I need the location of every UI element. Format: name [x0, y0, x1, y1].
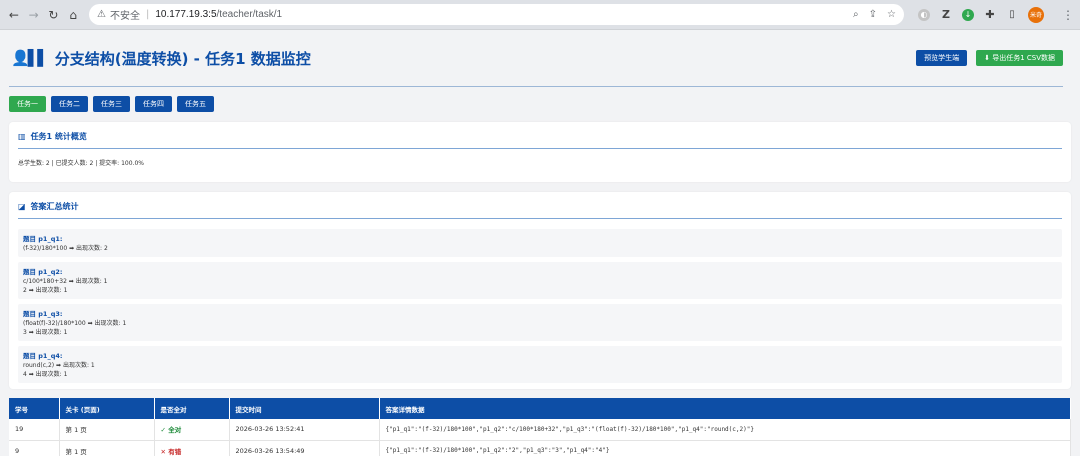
tab-task-1[interactable]: 任务一 — [9, 96, 46, 112]
extension-icon[interactable]: ◐ — [918, 8, 930, 21]
forward-icon[interactable]: → — [26, 6, 42, 24]
teacher-chart-icon: 👤▌▌ — [11, 49, 49, 67]
z-extension-icon[interactable]: Z — [940, 8, 952, 21]
page-content: 👤▌▌ 分支结构(温度转换) - 任务1 数据监控 预览学生端 ⬇ 导出任务1 … — [0, 30, 1080, 456]
answer-count-line: 4 ➡ 出现次数: 1 — [23, 371, 68, 378]
tab-task-5[interactable]: 任务五 — [177, 96, 214, 112]
answer-count-line: (float(f)-32)/180*100 ➡ 出现次数: 1 — [23, 320, 127, 327]
submission-table: 学号 关卡 (页面) 是否全对 提交时间 答案详情数据 19 第 1 页 ✓ 全… — [9, 398, 1071, 456]
column-header-all-correct: 是否全对 — [154, 398, 230, 419]
bookmark-star-icon[interactable]: ☆ — [887, 9, 896, 20]
answer-count-line: 2 ➡ 出现次数: 1 — [23, 287, 68, 294]
overview-title: ▥ 任务1 统计概览 — [18, 131, 1062, 149]
home-icon[interactable]: ⌂ — [65, 6, 81, 24]
overview-card: ▥ 任务1 统计概览 总学生数: 2 | 已提交人数: 2 | 提交率: 100… — [9, 122, 1071, 182]
share-icon[interactable]: ⇪ — [869, 9, 877, 20]
download-extension-icon[interactable]: ↓ — [962, 8, 974, 21]
trend-chart-icon: ◪ — [18, 202, 26, 211]
reload-icon[interactable]: ↻ — [46, 6, 62, 24]
column-header-answer-detail: 答案详情数据 — [379, 398, 1071, 419]
warning-icon: ⚠ — [97, 9, 106, 20]
address-bar[interactable]: ⚠ 不安全 | 10.177.19.3:5/teacher/task/1 ⌕ ⇪… — [89, 4, 904, 25]
student-id-cell: 9 — [9, 440, 60, 456]
page-title: 分支结构(温度转换) - 任务1 数据监控 — [54, 49, 311, 68]
overview-stats: 总学生数: 2 | 已提交人数: 2 | 提交率: 100.0% — [18, 160, 144, 167]
puzzle-icon[interactable]: ✚ — [984, 8, 996, 21]
browser-toolbar: ← → ↻ ⌂ ⚠ 不安全 | 10.177.19.3:5/teacher/ta… — [0, 0, 1080, 30]
question-summary: 题目 p1_q1: (f-32)/180*100 ➡ 出现次数: 2 — [18, 229, 1062, 257]
export-csv-button[interactable]: ⬇ 导出任务1 CSV数据 — [976, 50, 1063, 66]
question-summary: 题目 p1_q2: c/100*180+32 ➡ 出现次数: 1 2 ➡ 出现次… — [18, 262, 1062, 299]
question-summary: 题目 p1_q3: (float(f)-32)/180*100 ➡ 出现次数: … — [18, 304, 1062, 341]
answer-count-line: (f-32)/180*100 ➡ 出现次数: 2 — [23, 245, 108, 252]
result-cell: ✕ 有错 — [154, 440, 230, 456]
question-name: 题目 p1_q4: — [23, 352, 63, 360]
url-separator: | — [145, 9, 150, 20]
page-header: 👤▌▌ 分支结构(温度转换) - 任务1 数据监控 预览学生端 ⬇ 导出任务1 … — [9, 30, 1063, 87]
question-name: 题目 p1_q3: — [23, 310, 63, 318]
submit-time-cell: 2026-03-26 13:52:41 — [229, 419, 380, 441]
answer-count-line: round(c,2) ➡ 出现次数: 1 — [23, 362, 95, 369]
student-id-cell: 19 — [9, 419, 60, 441]
table-header-row: 学号 关卡 (页面) 是否全对 提交时间 答案详情数据 — [9, 398, 1071, 419]
task-tabs: 任务一 任务二 任务三 任务四 任务五 — [9, 96, 1071, 112]
answer-count-line: c/100*180+32 ➡ 出现次数: 1 — [23, 278, 108, 285]
question-name: 题目 p1_q2: — [23, 268, 63, 276]
column-header-submit-time: 提交时间 — [229, 398, 380, 419]
table-row: 9 第 1 页 ✕ 有错 2026-03-26 13:54:49 {"p1_q1… — [9, 440, 1071, 456]
level-cell: 第 1 页 — [59, 419, 155, 441]
answer-detail-cell: {"p1_q1":"(f-32)/180*100","p1_q2":"c/100… — [379, 419, 1071, 441]
answer-count-line: 3 ➡ 出现次数: 1 — [23, 329, 68, 336]
tab-task-2[interactable]: 任务二 — [51, 96, 88, 112]
tab-task-4[interactable]: 任务四 — [135, 96, 172, 112]
submit-time-cell: 2026-03-26 13:54:49 — [229, 440, 380, 456]
result-cell: ✓ 全对 — [154, 419, 230, 441]
zoom-icon[interactable]: ⌕ — [853, 9, 859, 20]
table-row: 19 第 1 页 ✓ 全对 2026-03-26 13:52:41 {"p1_q… — [9, 419, 1071, 441]
sidebar-icon[interactable]: ▯ — [1006, 9, 1018, 21]
question-name: 题目 p1_q1: — [23, 235, 63, 243]
bar-chart-icon: ▥ — [18, 132, 26, 141]
avatar[interactable]: 米奇 — [1028, 6, 1044, 23]
answer-summary-card: ◪ 答案汇总统计 题目 p1_q1: (f-32)/180*100 ➡ 出现次数… — [9, 192, 1071, 389]
menu-icon[interactable]: ⋮ — [1062, 8, 1074, 22]
question-summary: 题目 p1_q4: round(c,2) ➡ 出现次数: 1 4 ➡ 出现次数:… — [18, 346, 1062, 383]
back-icon[interactable]: ← — [6, 6, 22, 24]
tab-task-3[interactable]: 任务三 — [93, 96, 130, 112]
column-header-student-id: 学号 — [9, 398, 60, 419]
answer-detail-cell: {"p1_q1":"(f-32)/180*100","p1_q2":"2","p… — [379, 440, 1071, 456]
preview-student-button[interactable]: 预览学生端 — [916, 50, 968, 66]
level-cell: 第 1 页 — [59, 440, 155, 456]
insecure-label: 不安全 — [109, 11, 140, 22]
summary-title: ◪ 答案汇总统计 — [18, 201, 1062, 219]
column-header-level: 关卡 (页面) — [59, 398, 155, 419]
url-text: 10.177.19.3:5/teacher/task/1 — [155, 9, 283, 20]
